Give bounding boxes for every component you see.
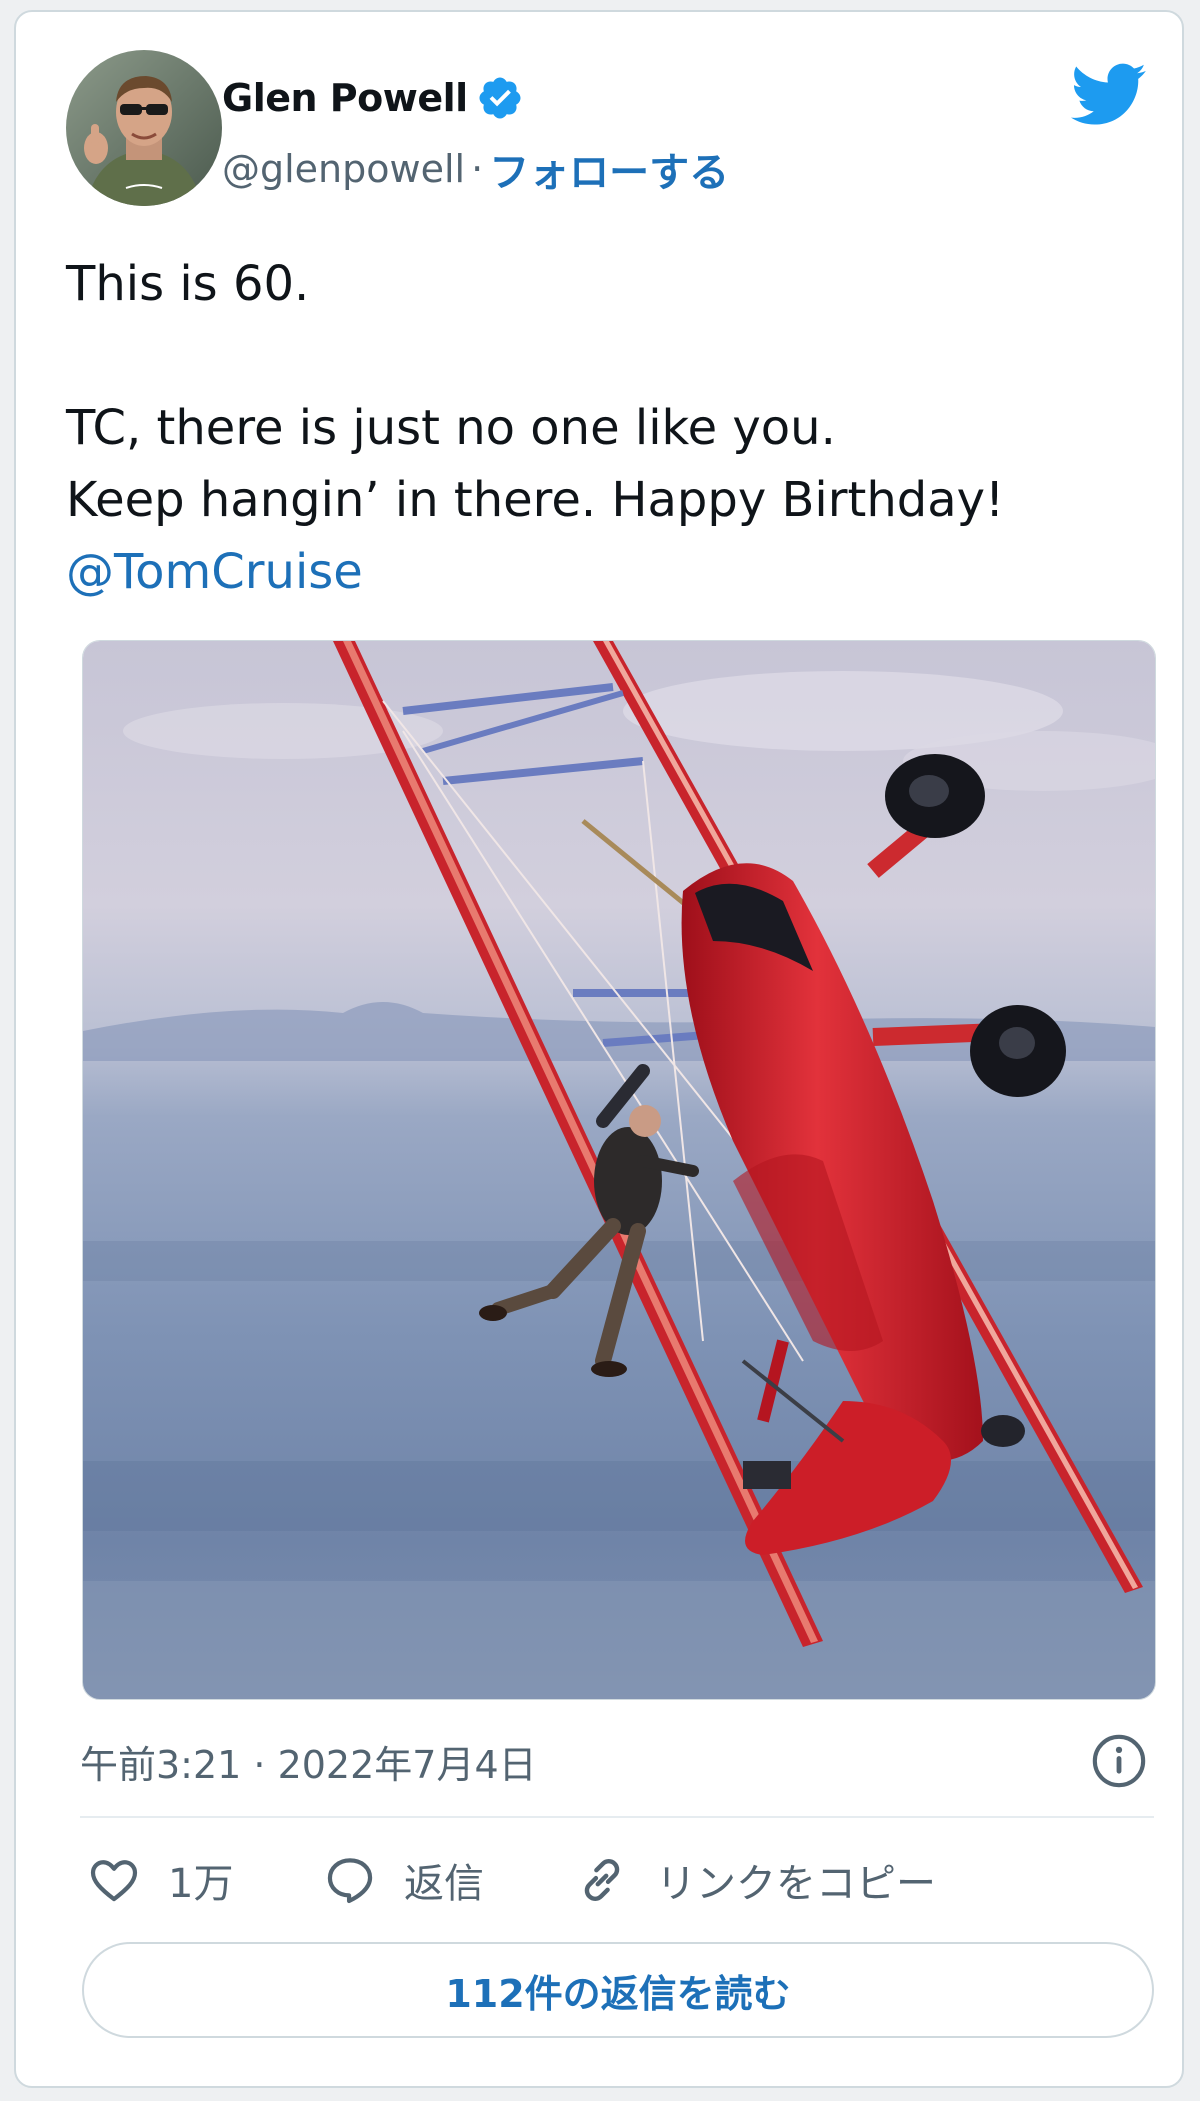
twitter-bird-icon[interactable]: [1071, 62, 1147, 128]
action-bar: 1万 返信 リンクをコピー: [86, 1850, 936, 1910]
read-replies-button[interactable]: 112件の返信を読む: [82, 1942, 1154, 2038]
reply-label: 返信: [404, 1861, 484, 1907]
reply-button[interactable]: 返信: [322, 1851, 574, 1909]
separator-dot: ·: [471, 147, 484, 191]
tweet-timestamp[interactable]: 午前3:21 · 2022年7月4日: [80, 1734, 537, 1789]
info-icon[interactable]: [1090, 1732, 1148, 1790]
mention-link[interactable]: @TomCruise: [66, 544, 363, 600]
tweet-body: This is 60. TC, there is just no one lik…: [66, 248, 1156, 608]
follow-link[interactable]: フォローする: [489, 140, 729, 198]
divider: [80, 1816, 1154, 1818]
author-handle-row: @glenpowell · フォローする: [222, 140, 729, 198]
like-button[interactable]: 1万: [86, 1851, 322, 1909]
read-replies-label: 112件の返信を読む: [445, 1971, 791, 2016]
verified-badge-icon: [479, 77, 521, 119]
tweet-line-1: This is 60.: [66, 256, 310, 312]
like-count: 1万: [168, 1861, 234, 1907]
author-handle[interactable]: @glenpowell: [222, 147, 465, 191]
tweet-photo[interactable]: [82, 640, 1156, 1700]
author-avatar[interactable]: [66, 50, 222, 206]
link-icon: [584, 1859, 620, 1901]
copy-link-label: リンクをコピー: [656, 1861, 936, 1907]
tweet-line-2: TC, there is just no one like you.: [66, 400, 836, 456]
tweet-card: Glen Powell @glenpowell · フォローする This is…: [14, 10, 1184, 2088]
author-name-row: Glen Powell: [222, 74, 524, 122]
copy-link-button[interactable]: リンクをコピー: [574, 1851, 936, 1909]
author-name[interactable]: Glen Powell: [222, 76, 468, 120]
tweet-line-3: Keep hangin’ in there. Happy Birthday!: [66, 472, 1005, 528]
speech-bubble-icon: [327, 1858, 373, 1904]
heart-icon: [90, 1860, 138, 1902]
